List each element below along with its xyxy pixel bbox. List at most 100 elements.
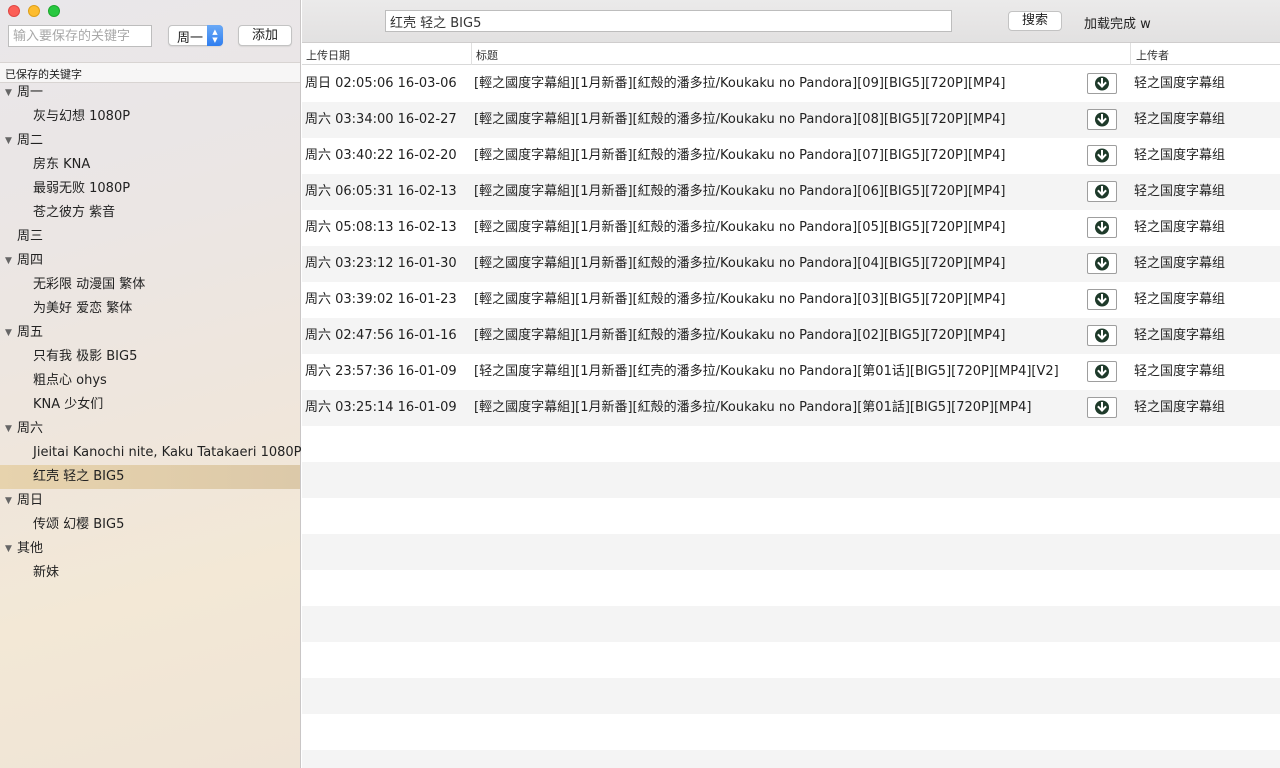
column-header-uploader[interactable]: 上传者: [1136, 47, 1169, 63]
tree-item-label: 房东 KNA: [33, 157, 91, 172]
tree-item[interactable]: 传颂 幻樱 BIG5: [0, 513, 300, 537]
upload-date-cell: 周六 05:08:13 16-02-13: [305, 220, 457, 235]
table-row[interactable]: 周六 03:40:22 16-02-20 [輕之國度字幕組][1月新番][紅殻的潘…: [302, 138, 1280, 174]
tree-item[interactable]: 为美好 爱恋 繁体: [0, 297, 300, 321]
tree-group-row[interactable]: ▼ 周四: [0, 249, 300, 273]
disclosure-triangle-icon[interactable]: ▼: [5, 129, 12, 153]
saved-keywords-tree: ▼ 周一 灰与幻想 1080P ▼ 周二 房东 KNA 最弱无败 1080P 苍之彼方 紫音周…: [0, 81, 302, 585]
select-stepper-icon: ▲ ▼: [207, 25, 223, 46]
upload-date-cell: 周六 23:57:36 16-01-09: [305, 364, 457, 379]
tree-group-row[interactable]: 周三: [0, 225, 300, 249]
upload-date-cell: 周六 03:40:22 16-02-20: [305, 148, 457, 163]
table-row[interactable]: 周六 02:47:56 16-01-16 [輕之國度字幕組][1月新番][紅殻的潘…: [302, 318, 1280, 354]
tree-item[interactable]: 红壳 轻之 BIG5: [0, 465, 300, 489]
minimize-window-button[interactable]: [28, 5, 40, 17]
empty-table-row: [302, 462, 1280, 498]
uploader-cell: 轻之国度字幕组: [1134, 184, 1226, 199]
main-panel: 搜索 加载完成 w 上传日期 标题 上传者 周日 02:05:06 16-03-…: [302, 0, 1280, 768]
disclosure-triangle-icon[interactable]: ▼: [5, 81, 12, 105]
download-button[interactable]: [1087, 253, 1117, 274]
tree-group-label: 周二: [17, 133, 44, 148]
tree-item[interactable]: 房东 KNA: [0, 153, 300, 177]
tree-item[interactable]: 灰与幻想 1080P: [0, 105, 300, 129]
uploader-cell: 轻之国度字幕组: [1134, 292, 1226, 307]
uploader-cell: 轻之国度字幕组: [1134, 364, 1226, 379]
download-button[interactable]: [1087, 73, 1117, 94]
tree-item[interactable]: Jieitai Kanochi nite, Kaku Tatakaeri 108…: [0, 441, 302, 465]
table-row[interactable]: 周六 03:25:14 16-01-09 [輕之國度字幕組][1月新番][紅殻的潘…: [302, 390, 1280, 426]
tree-item[interactable]: KNA 少女们: [0, 393, 300, 417]
title-cell: [輕之國度字幕組][1月新番][紅殻的潘多拉/Koukaku no Pandor…: [474, 184, 1006, 199]
download-button[interactable]: [1087, 361, 1117, 382]
download-arrow-icon: [1095, 364, 1109, 379]
uploader-cell: 轻之国度字幕组: [1134, 112, 1226, 127]
title-cell: [輕之國度字幕組][1月新番][紅殻的潘多拉/Koukaku no Pandor…: [474, 328, 1006, 343]
download-button[interactable]: [1087, 181, 1117, 202]
download-arrow-icon: [1095, 328, 1109, 343]
uploader-cell: 轻之国度字幕组: [1134, 148, 1226, 163]
upload-date-cell: 周六 03:25:14 16-01-09: [305, 400, 457, 415]
column-header-date[interactable]: 上传日期: [306, 47, 350, 63]
title-cell: [輕之國度字幕組][1月新番][紅殻的潘多拉/Koukaku no Pandor…: [474, 112, 1006, 127]
tree-group-row[interactable]: ▼ 周六: [0, 417, 300, 441]
tree-group-row[interactable]: ▼ 周五: [0, 321, 300, 345]
tree-group-row[interactable]: ▼ 其他: [0, 537, 300, 561]
download-button[interactable]: [1087, 289, 1117, 310]
table-row[interactable]: 周六 03:23:12 16-01-30 [輕之國度字幕組][1月新番][紅殻的潘…: [302, 246, 1280, 282]
download-arrow-icon: [1095, 148, 1109, 163]
tree-item[interactable]: 新妹: [0, 561, 300, 585]
upload-date-cell: 周六 03:23:12 16-01-30: [305, 256, 457, 271]
disclosure-triangle-icon[interactable]: ▼: [5, 537, 12, 561]
column-divider[interactable]: [471, 43, 472, 65]
maximize-window-button[interactable]: [48, 5, 60, 17]
search-input[interactable]: [385, 10, 952, 32]
tree-item[interactable]: 只有我 极影 BIG5: [0, 345, 300, 369]
keyword-input[interactable]: [8, 25, 152, 47]
disclosure-triangle-icon[interactable]: ▼: [5, 417, 12, 441]
tree-group-label: 周五: [17, 325, 44, 340]
uploader-cell: 轻之国度字幕组: [1134, 76, 1226, 91]
tree-item[interactable]: 粗点心 ohys: [0, 369, 300, 393]
uploader-cell: 轻之国度字幕组: [1134, 328, 1226, 343]
table-row[interactable]: 周日 02:05:06 16-03-06 [輕之國度字幕組][1月新番][紅殻的潘…: [302, 66, 1280, 102]
download-button[interactable]: [1087, 217, 1117, 238]
download-button[interactable]: [1087, 325, 1117, 346]
add-keyword-button[interactable]: 添加: [238, 25, 292, 46]
tree-group-row[interactable]: ▼ 周日: [0, 489, 300, 513]
search-button[interactable]: 搜索: [1008, 11, 1062, 31]
download-arrow-icon: [1095, 292, 1109, 307]
tree-item[interactable]: 无彩限 动漫国 繁体: [0, 273, 300, 297]
download-button[interactable]: [1087, 397, 1117, 418]
day-select[interactable]: 周一 ▲ ▼: [168, 25, 223, 46]
table-row[interactable]: 周六 03:39:02 16-01-23 [輕之國度字幕組][1月新番][紅殻的潘…: [302, 282, 1280, 318]
empty-table-row: [302, 678, 1280, 714]
tree-item[interactable]: 苍之彼方 紫音: [0, 201, 300, 225]
tree-item-label: 最弱无败 1080P: [33, 181, 131, 196]
table-header: 上传日期 标题 上传者: [302, 43, 1280, 65]
upload-date-cell: 周六 03:34:00 16-02-27: [305, 112, 457, 127]
disclosure-triangle-icon[interactable]: ▼: [5, 249, 12, 273]
table-row[interactable]: 周六 05:08:13 16-02-13 [輕之國度字幕組][1月新番][紅殻的潘…: [302, 210, 1280, 246]
column-header-title[interactable]: 标题: [476, 47, 498, 63]
download-arrow-icon: [1095, 184, 1109, 199]
title-cell: [輕之國度字幕組][1月新番][紅殻的潘多拉/Koukaku no Pandor…: [474, 148, 1006, 163]
table-row[interactable]: 周六 03:34:00 16-02-27 [輕之國度字幕組][1月新番][紅殻的潘…: [302, 102, 1280, 138]
column-divider[interactable]: [1130, 43, 1131, 65]
tree-item-label: KNA 少女们: [33, 397, 104, 412]
tree-group-label: 周六: [17, 421, 44, 436]
close-window-button[interactable]: [8, 5, 20, 17]
title-cell: [輕之國度字幕組][1月新番][紅殻的潘多拉/Koukaku no Pandor…: [474, 256, 1006, 271]
empty-table-row: [302, 498, 1280, 534]
download-button[interactable]: [1087, 109, 1117, 130]
disclosure-triangle-icon[interactable]: ▼: [5, 321, 12, 345]
download-button[interactable]: [1087, 145, 1117, 166]
table-row[interactable]: 周六 23:57:36 16-01-09 [轻之国度字幕组][1月新番][红壳的潘…: [302, 354, 1280, 390]
table-row[interactable]: 周六 06:05:31 16-02-13 [輕之國度字幕組][1月新番][紅殻的潘…: [302, 174, 1280, 210]
tree-group-row[interactable]: ▼ 周一: [0, 81, 300, 105]
disclosure-triangle-icon[interactable]: ▼: [5, 489, 12, 513]
tree-item[interactable]: 最弱无败 1080P: [0, 177, 300, 201]
tree-item-label: 红壳 轻之 BIG5: [33, 469, 125, 484]
tree-group-row[interactable]: ▼ 周二: [0, 129, 300, 153]
empty-table-row: [302, 606, 1280, 642]
tree-group-label: 周四: [17, 253, 44, 268]
